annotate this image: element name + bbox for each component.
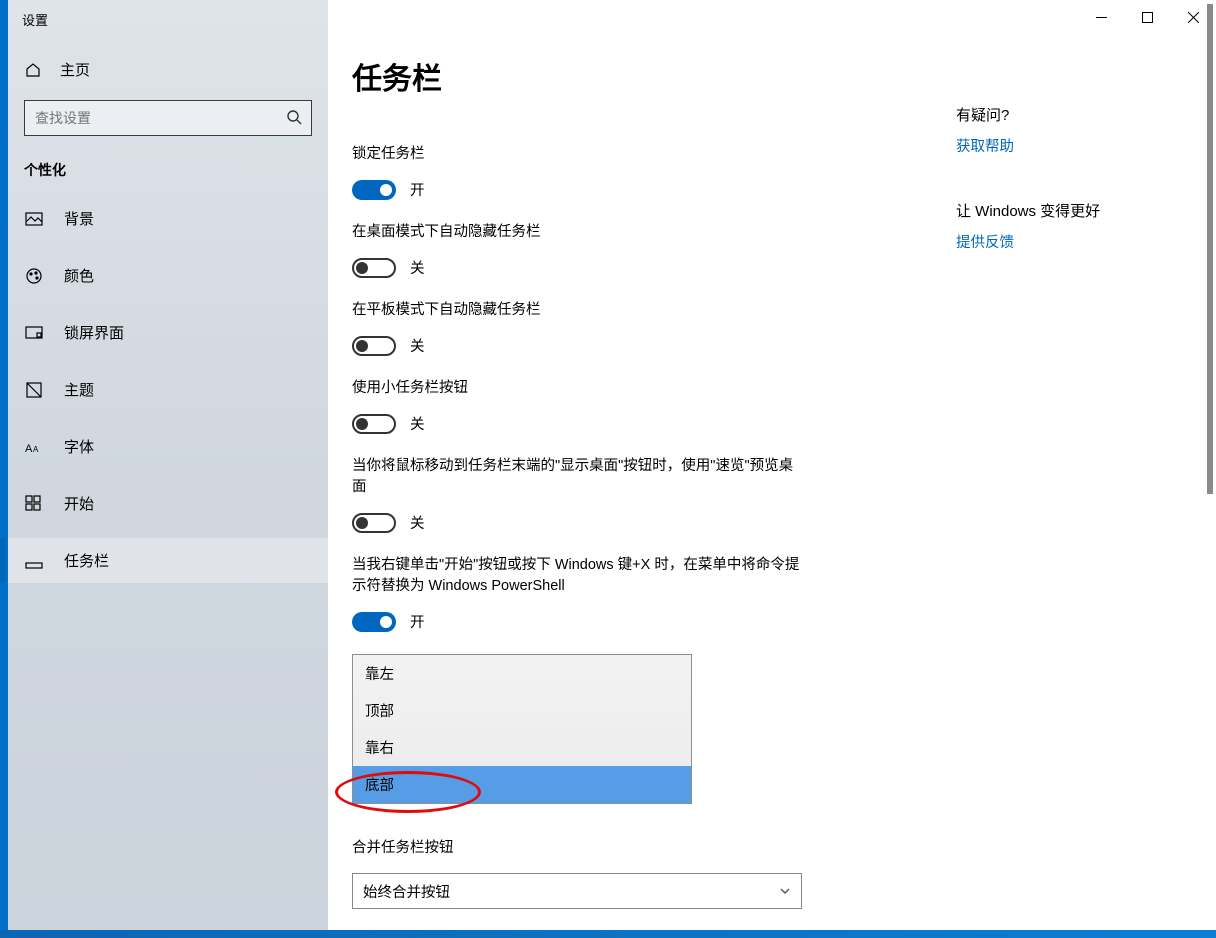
chevron-down-icon xyxy=(779,885,791,897)
home-label: 主页 xyxy=(60,59,90,80)
sidebar-item-label: 任务栏 xyxy=(64,550,109,571)
toggle-label-0: 锁定任务栏 xyxy=(352,144,802,165)
scrollbar[interactable] xyxy=(1204,2,1214,936)
toggle-4[interactable] xyxy=(352,513,396,533)
window-title: 设置 xyxy=(8,0,328,47)
sidebar-item-4[interactable]: AA 字体 xyxy=(8,424,328,469)
dropdown-option-3[interactable]: 底部 xyxy=(353,766,691,803)
taskbar-icon xyxy=(24,551,44,571)
toggle-state-0: 开 xyxy=(410,179,425,200)
svg-text:A: A xyxy=(25,443,33,455)
svg-text:A: A xyxy=(33,445,39,454)
feedback-title: 让 Windows 变得更好 xyxy=(956,200,1186,221)
combine-select[interactable]: 始终合并按钮 xyxy=(352,873,802,909)
toggle-state-4: 关 xyxy=(410,512,425,533)
right-help-column: 有疑问? 获取帮助 让 Windows 变得更好 提供反馈 xyxy=(956,104,1186,296)
toggle-label-4: 当你将鼠标移动到任务栏末端的"显示桌面"按钮时，使用"速览"预览桌面 xyxy=(352,456,802,498)
desktop-background xyxy=(0,930,1216,938)
search-input[interactable] xyxy=(24,100,312,136)
help-title: 有疑问? xyxy=(956,104,1186,125)
sidebar-item-label: 锁屏界面 xyxy=(64,322,124,343)
toggle-state-5: 开 xyxy=(410,611,425,632)
lockscreen-icon xyxy=(24,323,44,343)
toggle-0[interactable] xyxy=(352,180,396,200)
sidebar-item-label: 字体 xyxy=(64,436,94,457)
font-icon: AA xyxy=(24,437,44,457)
toggle-1[interactable] xyxy=(352,258,396,278)
sidebar-item-label: 背景 xyxy=(64,208,94,229)
sidebar-item-3[interactable]: 主题 xyxy=(8,367,328,412)
sidebar-item-label: 颜色 xyxy=(64,265,94,286)
section-label: 个性化 xyxy=(8,156,328,196)
sidebar-item-5[interactable]: 开始 xyxy=(8,481,328,526)
toggle-5[interactable] xyxy=(352,612,396,632)
taskbar-location-dropdown[interactable]: 靠左顶部靠右底部 xyxy=(352,654,692,804)
toggle-label-3: 使用小任务栏按钮 xyxy=(352,378,802,399)
close-button[interactable] xyxy=(1170,0,1216,34)
toggle-label-1: 在桌面模式下自动隐藏任务栏 xyxy=(352,222,802,243)
image-icon xyxy=(24,209,44,229)
toggle-state-3: 关 xyxy=(410,413,425,434)
toggle-2[interactable] xyxy=(352,336,396,356)
combine-label: 合并任务栏按钮 xyxy=(352,838,802,859)
search-icon xyxy=(286,109,302,125)
dropdown-option-0[interactable]: 靠左 xyxy=(353,655,691,692)
dropdown-option-1[interactable]: 顶部 xyxy=(353,692,691,729)
sidebar-item-2[interactable]: 锁屏界面 xyxy=(8,310,328,355)
toggle-state-1: 关 xyxy=(410,257,425,278)
sidebar-item-0[interactable]: 背景 xyxy=(8,196,328,241)
sidebar: 设置 主页 个性化 背景颜色锁屏界面主题 AA 字体开始任务栏 xyxy=(0,0,328,938)
search-input-wrap xyxy=(24,100,312,136)
combine-value: 始终合并按钮 xyxy=(363,881,450,902)
home-button[interactable]: 主页 xyxy=(8,47,328,92)
feedback-link[interactable]: 提供反馈 xyxy=(956,235,1014,251)
dropdown-option-2[interactable]: 靠右 xyxy=(353,729,691,766)
toggle-label-2: 在平板模式下自动隐藏任务栏 xyxy=(352,300,802,321)
home-icon xyxy=(24,61,42,79)
minimize-button[interactable] xyxy=(1078,0,1124,34)
main-content: 任务栏 锁定任务栏开在桌面模式下自动隐藏任务栏关在平板模式下自动隐藏任务栏关使用… xyxy=(328,0,1216,938)
toggle-3[interactable] xyxy=(352,414,396,434)
sidebar-item-1[interactable]: 颜色 xyxy=(8,253,328,298)
sidebar-item-label: 开始 xyxy=(64,493,94,514)
help-link[interactable]: 获取帮助 xyxy=(956,139,1014,155)
page-title: 任务栏 xyxy=(352,54,1172,98)
sidebar-item-6[interactable]: 任务栏 xyxy=(8,538,328,583)
sidebar-item-label: 主题 xyxy=(64,379,94,400)
theme-icon xyxy=(24,380,44,400)
toggle-state-2: 关 xyxy=(410,335,425,356)
maximize-button[interactable] xyxy=(1124,0,1170,34)
toggle-label-5: 当我右键单击"开始"按钮或按下 Windows 键+X 时，在菜单中将命令提示符… xyxy=(352,555,802,597)
start-icon xyxy=(24,494,44,514)
window-controls xyxy=(1078,0,1216,34)
palette-icon xyxy=(24,266,44,286)
